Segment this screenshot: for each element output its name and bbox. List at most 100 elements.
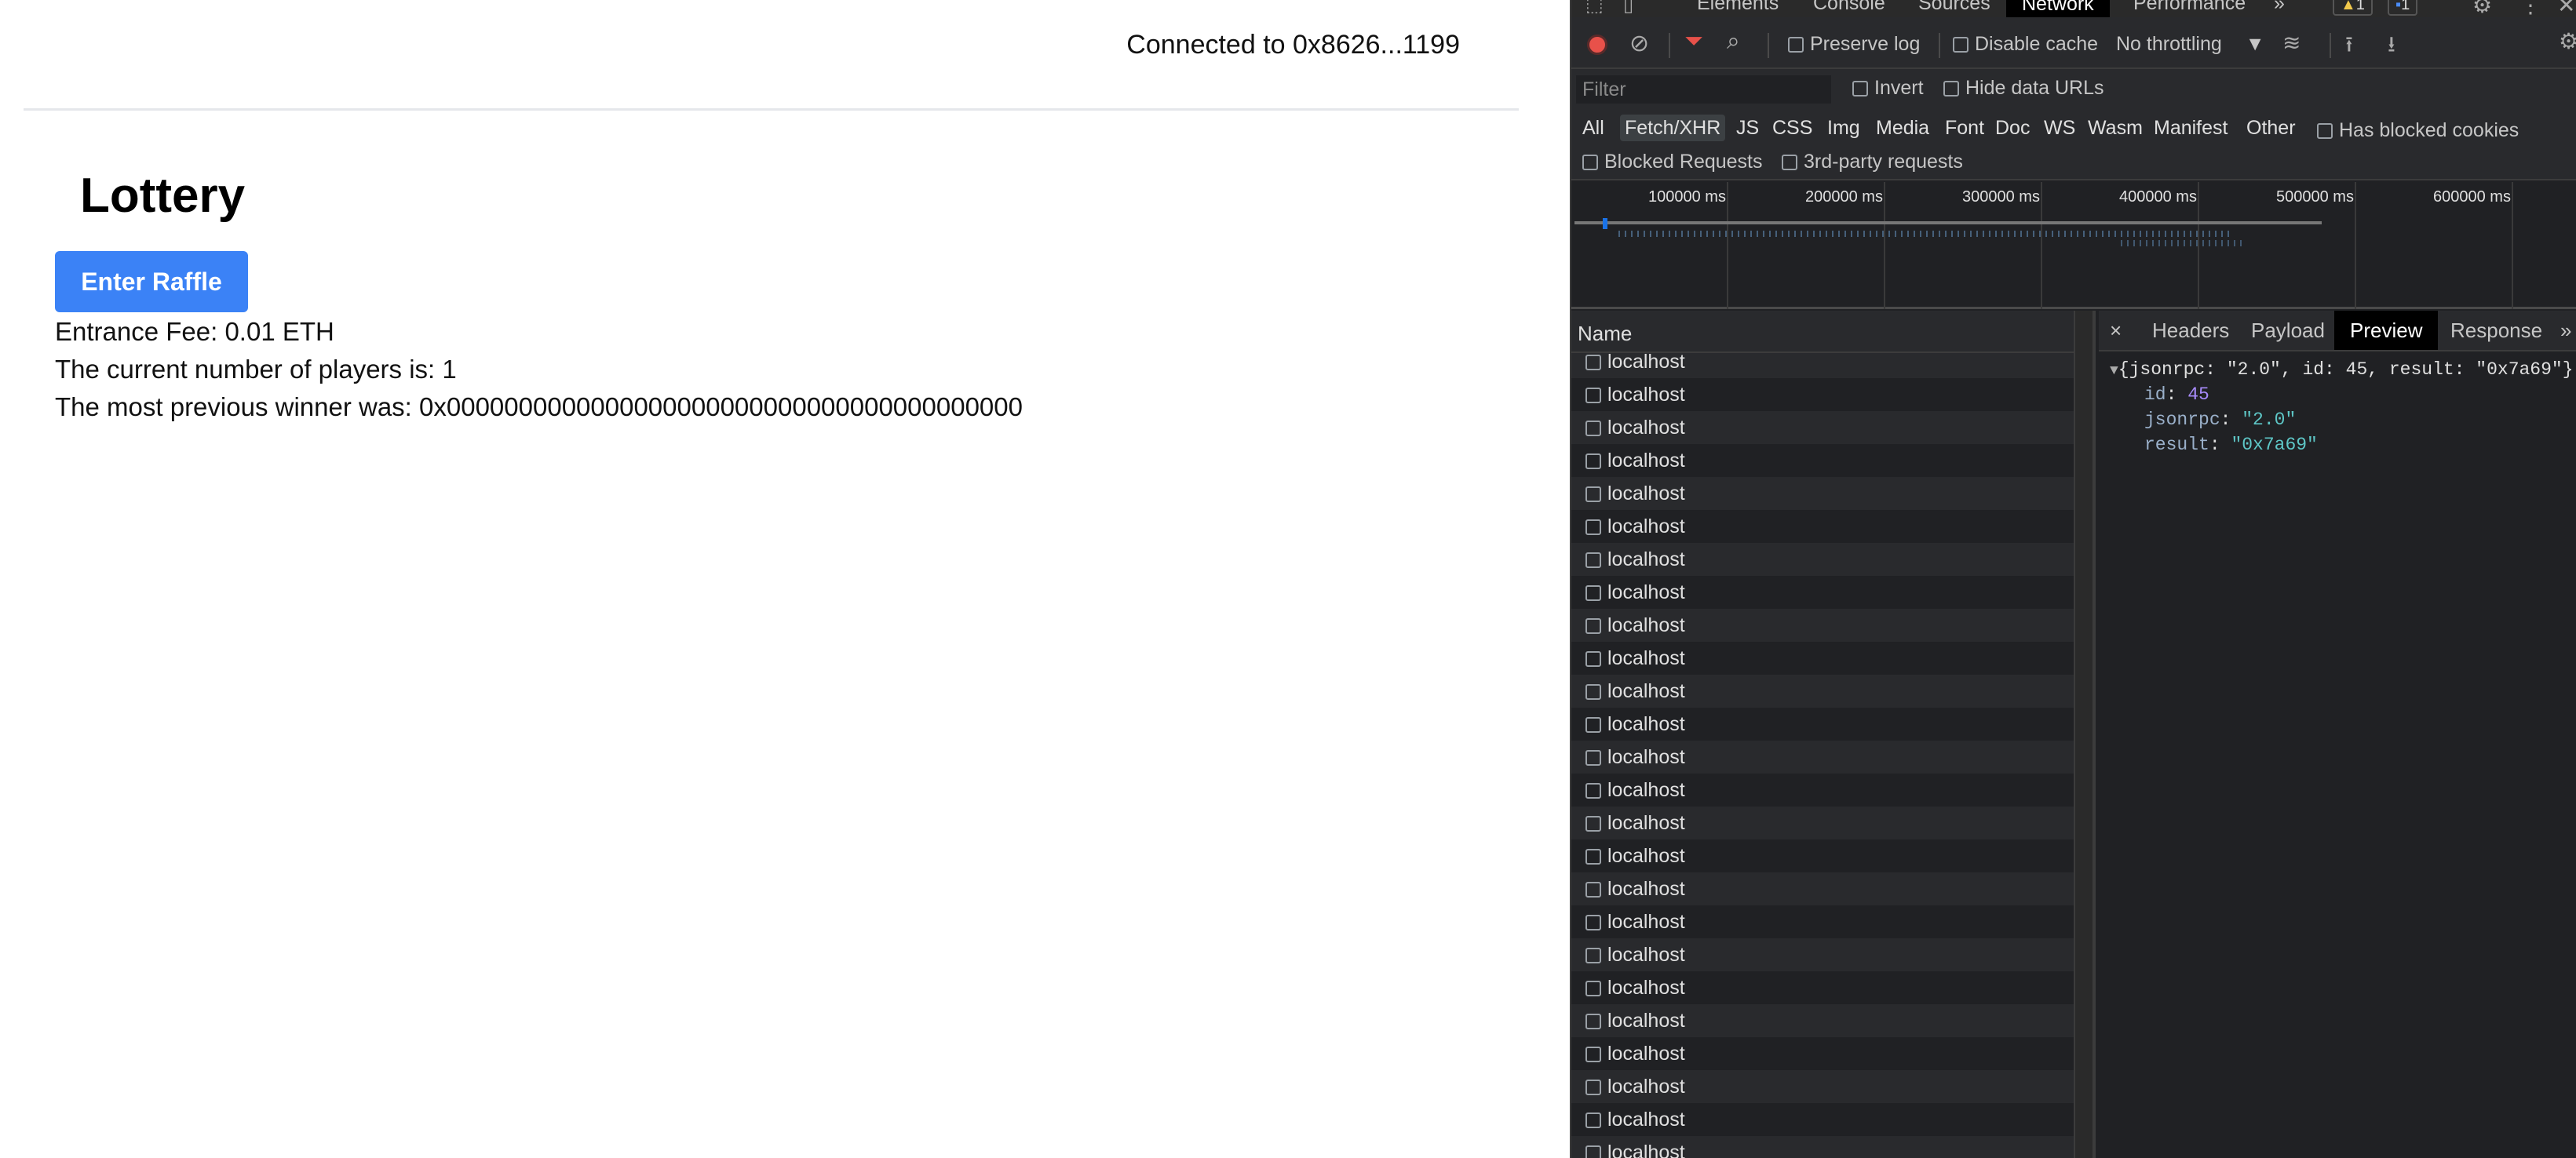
row-checkbox[interactable] bbox=[1585, 1047, 1601, 1062]
request-row[interactable]: localhost bbox=[1571, 543, 2074, 576]
network-conditions-icon[interactable]: ≋ bbox=[2282, 30, 2301, 56]
row-checkbox[interactable] bbox=[1585, 519, 1601, 535]
tab-network[interactable]: Network bbox=[2006, 0, 2110, 17]
row-checkbox[interactable] bbox=[1585, 1112, 1601, 1128]
request-row[interactable]: localhost bbox=[1571, 807, 2074, 839]
tab-response[interactable]: Response bbox=[2444, 311, 2549, 350]
type-filter-other[interactable]: Other bbox=[2243, 115, 2299, 141]
type-filter-wasm[interactable]: Wasm bbox=[2085, 115, 2146, 141]
export-har-icon[interactable]: ⭳ bbox=[2388, 28, 2395, 66]
row-checkbox[interactable] bbox=[1585, 355, 1601, 370]
row-checkbox[interactable] bbox=[1585, 783, 1601, 799]
warnings-badge[interactable]: ▲1 bbox=[2333, 0, 2373, 16]
device-toolbar-icon[interactable]: ▯ bbox=[1623, 0, 1633, 16]
more-tabs-icon[interactable]: » bbox=[2274, 0, 2285, 15]
request-row[interactable]: localhost bbox=[1571, 1070, 2074, 1103]
type-filter-css[interactable]: CSS bbox=[1769, 115, 1815, 141]
row-checkbox[interactable] bbox=[1585, 421, 1601, 436]
row-checkbox[interactable] bbox=[1585, 388, 1601, 403]
record-icon[interactable] bbox=[1587, 35, 1607, 55]
filter-funnel-icon[interactable]: ⏷ bbox=[1684, 28, 1703, 55]
row-checkbox[interactable] bbox=[1585, 453, 1601, 469]
search-icon[interactable]: ⌕ bbox=[1727, 28, 1740, 55]
type-filter-doc[interactable]: Doc bbox=[1992, 115, 2033, 141]
row-checkbox[interactable] bbox=[1585, 1145, 1601, 1158]
request-row[interactable]: localhost bbox=[1571, 774, 2074, 807]
settings-gear-icon[interactable]: ⚙ bbox=[2472, 0, 2492, 18]
request-row[interactable]: localhost bbox=[1571, 872, 2074, 905]
close-detail-icon[interactable]: × bbox=[2103, 311, 2128, 350]
throttling-select[interactable]: No throttling ▼ bbox=[2116, 33, 2265, 56]
close-devtools-icon[interactable]: ✕ bbox=[2557, 0, 2575, 18]
request-list[interactable]: localhost localhost localhost localhost loca… bbox=[1571, 345, 2074, 1158]
request-row[interactable]: localhost bbox=[1571, 576, 2074, 609]
request-row[interactable]: localhost bbox=[1571, 1136, 2074, 1158]
request-row[interactable]: localhost bbox=[1571, 477, 2074, 510]
more-detail-tabs-icon[interactable]: » bbox=[2554, 311, 2576, 350]
disable-cache-checkbox[interactable]: Disable cache bbox=[1953, 33, 2098, 56]
kebab-menu-icon[interactable]: ⋮ bbox=[2519, 0, 2541, 18]
row-checkbox[interactable] bbox=[1585, 915, 1601, 930]
request-row[interactable]: localhost bbox=[1571, 905, 2074, 938]
row-checkbox[interactable] bbox=[1585, 816, 1601, 832]
enter-raffle-button[interactable]: Enter Raffle bbox=[55, 251, 248, 312]
request-row[interactable]: localhost bbox=[1571, 1103, 2074, 1136]
row-checkbox[interactable] bbox=[1585, 618, 1601, 634]
inspect-element-icon[interactable]: ⬚ bbox=[1585, 0, 1604, 16]
tab-preview[interactable]: Preview bbox=[2334, 311, 2439, 350]
request-row[interactable]: localhost bbox=[1571, 444, 2074, 477]
hide-data-urls-checkbox[interactable]: Hide data URLs bbox=[1943, 77, 2103, 100]
row-checkbox[interactable] bbox=[1585, 684, 1601, 700]
filter-input[interactable] bbox=[1576, 75, 1831, 104]
tab-payload[interactable]: Payload bbox=[2245, 311, 2331, 350]
tab-console[interactable]: Console bbox=[1813, 0, 1885, 15]
type-filter-media[interactable]: Media bbox=[1873, 115, 1932, 141]
request-row[interactable]: localhost bbox=[1571, 675, 2074, 708]
row-checkbox[interactable] bbox=[1585, 651, 1601, 667]
timeline-overview[interactable]: 100000 ms 200000 ms 300000 ms 400000 ms … bbox=[1571, 182, 2576, 309]
request-row[interactable]: localhost bbox=[1571, 708, 2074, 741]
tab-elements[interactable]: Elements bbox=[1697, 0, 1779, 15]
request-row[interactable]: localhost bbox=[1571, 609, 2074, 642]
row-checkbox[interactable] bbox=[1585, 981, 1601, 996]
row-checkbox[interactable] bbox=[1585, 552, 1601, 568]
request-row[interactable]: localhost bbox=[1571, 510, 2074, 543]
type-filter-manifest[interactable]: Manifest bbox=[2151, 115, 2231, 141]
request-row[interactable]: localhost bbox=[1571, 1037, 2074, 1070]
network-settings-gear-icon[interactable]: ⚙ bbox=[2559, 28, 2576, 54]
tab-performance[interactable]: Performance bbox=[2133, 0, 2246, 15]
request-row[interactable]: localhost bbox=[1571, 971, 2074, 1004]
has-blocked-cookies-checkbox[interactable]: Has blocked cookies bbox=[2317, 119, 2519, 142]
request-row[interactable]: localhost bbox=[1571, 378, 2074, 411]
preserve-log-checkbox[interactable]: Preserve log bbox=[1788, 33, 1920, 56]
type-filter-font[interactable]: Font bbox=[1942, 115, 1987, 141]
row-checkbox[interactable] bbox=[1585, 486, 1601, 502]
row-checkbox[interactable] bbox=[1585, 717, 1601, 733]
row-checkbox[interactable] bbox=[1585, 750, 1601, 766]
row-checkbox[interactable] bbox=[1585, 948, 1601, 963]
json-root-row[interactable]: ▼{jsonrpc: "2.0", id: 45, result: "0x7a6… bbox=[2110, 359, 2574, 380]
request-row[interactable]: localhost bbox=[1571, 938, 2074, 971]
import-har-icon[interactable]: ⭱ bbox=[2345, 28, 2353, 66]
tab-sources[interactable]: Sources bbox=[1918, 0, 1990, 15]
blocked-requests-checkbox[interactable]: Blocked Requests bbox=[1582, 151, 1763, 173]
request-row[interactable]: localhost bbox=[1571, 1004, 2074, 1037]
row-checkbox[interactable] bbox=[1585, 585, 1601, 601]
type-filter-fetch-xhr[interactable]: Fetch/XHR bbox=[1620, 115, 1726, 141]
type-filter-ws[interactable]: WS bbox=[2041, 115, 2078, 141]
request-row[interactable]: localhost bbox=[1571, 411, 2074, 444]
type-filter-img[interactable]: Img bbox=[1824, 115, 1863, 141]
request-row[interactable]: localhost bbox=[1571, 741, 2074, 774]
request-row[interactable]: localhost bbox=[1571, 839, 2074, 872]
name-column-header[interactable]: Name bbox=[1571, 311, 2074, 353]
type-filter-all[interactable]: All bbox=[1579, 115, 1607, 141]
tab-headers[interactable]: Headers bbox=[2146, 311, 2235, 350]
type-filter-js[interactable]: JS bbox=[1733, 115, 1762, 141]
third-party-requests-checkbox[interactable]: 3rd-party requests bbox=[1782, 151, 1963, 173]
clear-icon[interactable]: ⊘ bbox=[1629, 30, 1649, 57]
row-checkbox[interactable] bbox=[1585, 1014, 1601, 1029]
request-list-scrollbar[interactable] bbox=[2074, 311, 2093, 1158]
invert-checkbox[interactable]: Invert bbox=[1852, 77, 1924, 100]
row-checkbox[interactable] bbox=[1585, 849, 1601, 865]
request-row[interactable]: localhost bbox=[1571, 642, 2074, 675]
